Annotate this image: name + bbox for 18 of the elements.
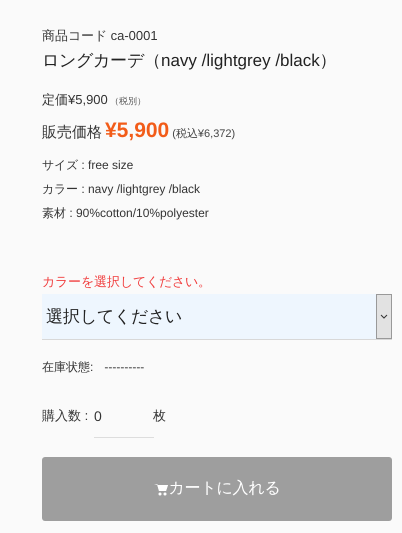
tax-included-price: (税込¥6,372) [172,127,236,142]
sale-price: ¥5,900 [105,118,170,144]
stock-status: ---------- [104,359,144,376]
quantity-field[interactable]: 0 [94,406,154,438]
error-message: カラーを選択してください。 [42,273,212,291]
tax-note: （税別） [110,95,146,108]
spec-line: サイズ : free size [42,157,134,174]
stock-label: 在庫状態: [42,359,94,376]
product-title: ロングカーデ（navy /lightgrey /black） [42,50,338,72]
quantity-label: 購入数 : [42,407,90,425]
cart-icon [154,482,168,496]
list-price: 定価¥5,900 [42,91,108,109]
spec-line: 素材 : 90%cotton/10%polyester [42,205,210,222]
sale-price-label: 販売価格 [42,123,102,143]
product-code: 商品コード ca-0001 [42,28,158,43]
quantity-unit: 枚 [153,407,166,425]
spec-line: カラー : navy /lightgrey /black [42,181,202,198]
color-select[interactable]: 選択してください [42,294,392,340]
